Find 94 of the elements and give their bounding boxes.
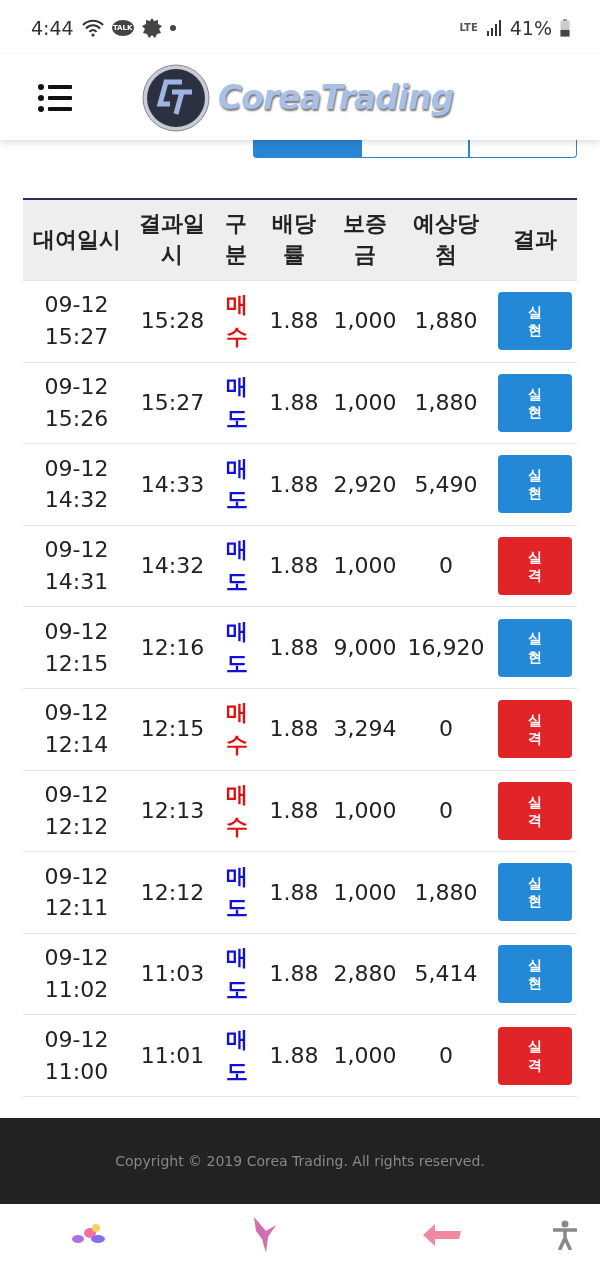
- payout-rate: 1.88: [269, 552, 319, 581]
- column-header: 보증금: [342, 210, 388, 269]
- result-button[interactable]: 실현: [497, 945, 572, 1004]
- expected-payout: 0: [439, 796, 453, 825]
- column-header: 배당률: [271, 210, 317, 269]
- rental-datetime: 09-12 15:26: [43, 373, 110, 433]
- battery-percent: 41%: [509, 16, 552, 39]
- result-button[interactable]: 실현: [497, 292, 572, 351]
- deposit-amount: 1,000: [333, 307, 397, 336]
- dot-icon: [169, 24, 176, 31]
- column-header: 대여일시: [32, 225, 121, 254]
- deposit-amount: 2,880: [333, 960, 397, 989]
- logo-emblem-icon: [142, 63, 210, 132]
- result-time: 15:27: [140, 388, 205, 417]
- deposit-amount: 3,294: [333, 715, 397, 744]
- payout-rate: 1.88: [269, 715, 319, 744]
- deposit-amount: 9,000: [333, 633, 397, 662]
- column-header: 결과: [512, 225, 557, 254]
- result-button[interactable]: 실격: [497, 537, 572, 596]
- rental-datetime: 09-12 12:11: [43, 862, 110, 923]
- payout-rate: 1.88: [269, 470, 319, 499]
- result-time: 12:16: [140, 633, 205, 662]
- trade-side: 매수: [225, 780, 248, 841]
- trade-side: 매도: [225, 454, 248, 515]
- expected-payout: 1,880: [414, 307, 478, 336]
- trade-side: 매도: [225, 536, 248, 597]
- result-button[interactable]: 실현: [497, 373, 572, 432]
- gear-icon: [141, 17, 162, 38]
- trade-side: 매도: [225, 944, 248, 1005]
- menu-button[interactable]: [38, 82, 72, 113]
- rental-datetime: 09-12 12:14: [43, 699, 110, 760]
- result-time: 11:01: [140, 1041, 205, 1070]
- column-header: 결과일시: [138, 210, 207, 269]
- payout-rate: 1.88: [269, 633, 319, 662]
- rental-datetime: 09-12 12:12: [43, 780, 110, 841]
- trade-side: 매도: [225, 373, 248, 433]
- payout-rate: 1.88: [269, 878, 319, 907]
- signal-icon: [485, 19, 502, 36]
- result-button[interactable]: 실격: [497, 1026, 572, 1085]
- trade-side: 매도: [225, 1025, 248, 1086]
- rental-datetime: 09-12 14:31: [43, 536, 110, 597]
- rental-datetime: 09-12 14:32: [43, 454, 110, 515]
- payout-rate: 1.88: [269, 307, 319, 336]
- back-arrow-icon[interactable]: [422, 1224, 461, 1247]
- payout-rate: 1.88: [269, 1041, 319, 1070]
- expected-payout: 1,880: [414, 388, 478, 417]
- expected-payout: 0: [439, 1041, 453, 1070]
- rental-datetime: 09-12 15:27: [43, 291, 110, 352]
- payout-rate: 1.88: [269, 388, 319, 417]
- result-button[interactable]: 실현: [497, 863, 572, 922]
- expected-payout: 16,920: [407, 633, 485, 662]
- result-button[interactable]: 실현: [497, 618, 572, 677]
- result-time: 12:15: [140, 715, 205, 744]
- copyright-text: Copyright © 2019 Corea Trading. All rights reserved.: [115, 1152, 485, 1169]
- network-label: LTE: [459, 22, 478, 33]
- expected-payout: 1,880: [414, 878, 478, 907]
- accessibility-icon[interactable]: [553, 1220, 577, 1251]
- deposit-amount: 1,000: [333, 388, 397, 417]
- payout-rate: 1.88: [269, 960, 319, 989]
- result-time: 12:13: [140, 796, 205, 825]
- result-time: 11:03: [140, 960, 205, 989]
- trade-side: 매수: [225, 699, 248, 760]
- tab[interactable]: [361, 138, 469, 158]
- tab[interactable]: [253, 138, 361, 158]
- rental-datetime: 09-12 11:02: [43, 944, 110, 1005]
- deposit-amount: 2,920: [333, 470, 397, 499]
- expected-payout: 5,414: [414, 960, 478, 989]
- clock-time: 4:44: [31, 16, 74, 39]
- result-button[interactable]: 실격: [497, 781, 572, 840]
- expected-payout: 0: [439, 552, 453, 581]
- result-time: 14:32: [140, 552, 205, 581]
- result-time: 15:28: [140, 307, 205, 336]
- deposit-amount: 1,000: [333, 878, 397, 907]
- rental-datetime: 09-12 12:15: [43, 617, 110, 678]
- wifi-icon: [81, 18, 104, 37]
- trade-side: 매수: [225, 291, 248, 352]
- logo-text: CoreaTrading: [218, 78, 454, 117]
- deposit-amount: 1,000: [333, 552, 397, 581]
- expected-payout: 5,490: [414, 470, 478, 499]
- result-button[interactable]: 실현: [497, 455, 572, 514]
- deposit-amount: 1,000: [333, 796, 397, 825]
- trade-side: 매도: [225, 617, 248, 678]
- tab[interactable]: [469, 138, 577, 158]
- trade-side: 매도: [225, 862, 248, 923]
- column-header: 구분: [224, 210, 249, 269]
- payout-rate: 1.88: [269, 796, 319, 825]
- battery-icon: [560, 18, 570, 37]
- expected-payout: 0: [439, 715, 453, 744]
- result-time: 14:33: [140, 470, 205, 499]
- rental-datetime: 09-12 11:00: [43, 1025, 110, 1086]
- column-header: 예상당첨: [412, 210, 480, 269]
- result-button[interactable]: 실격: [497, 700, 572, 759]
- deposit-amount: 1,000: [333, 1041, 397, 1070]
- result-time: 12:12: [140, 878, 205, 907]
